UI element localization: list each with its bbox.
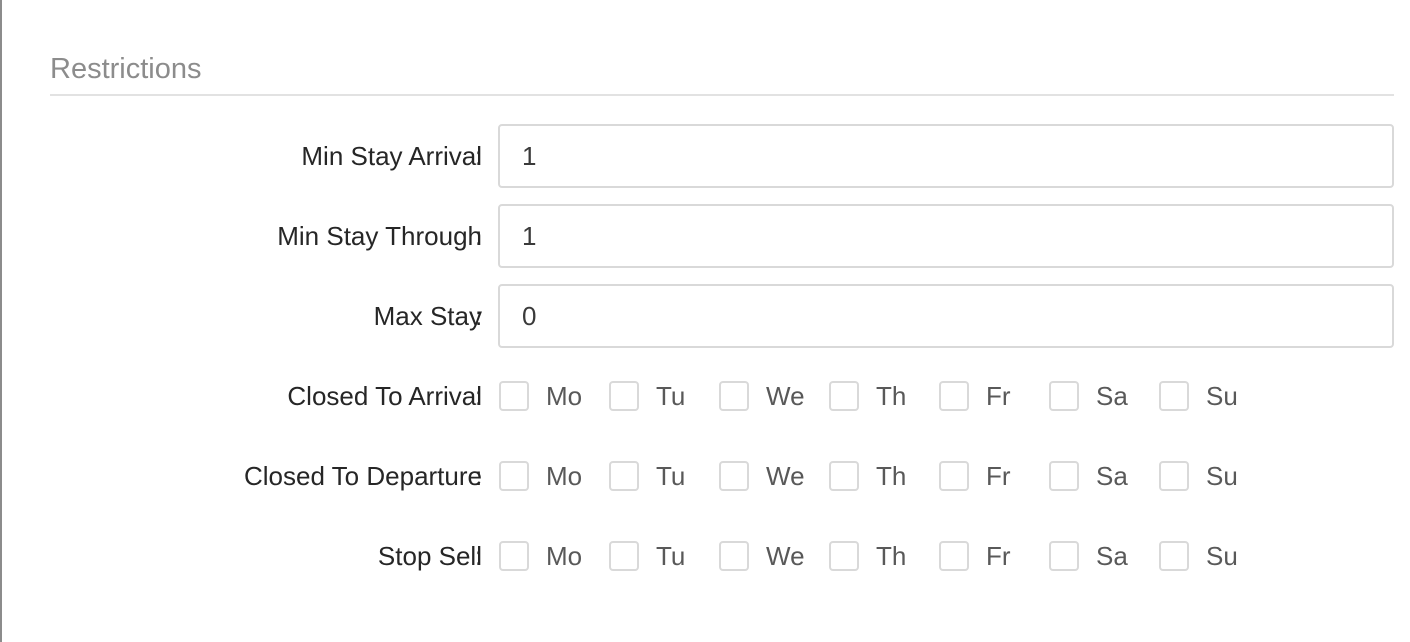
closed-to-arrival-day-we[interactable]: We [719, 379, 805, 413]
closed-to-arrival-day-su[interactable]: Su [1159, 379, 1238, 413]
closed-to-departure-mo-checkbox[interactable] [499, 461, 529, 491]
closed-to-arrival-day-th[interactable]: Th [829, 379, 906, 413]
closed-to-arrival-tu-checkbox[interactable] [609, 381, 639, 411]
closed-to-departure-fr-checkbox[interactable] [939, 461, 969, 491]
min-stay-through-row: Min Stay Through : [0, 204, 1410, 268]
closed-to-departure-we-checkbox[interactable] [719, 461, 749, 491]
stop-sell-day-sa[interactable]: Sa [1049, 539, 1128, 573]
closed-to-arrival-mo-label: Mo [546, 381, 583, 411]
closed-to-departure-fr-label: Fr [986, 461, 1011, 491]
stop-sell-su-checkbox[interactable] [1159, 541, 1189, 571]
closed-to-departure-label: Closed To Departure [244, 461, 482, 491]
stop-sell-colon: : [475, 541, 483, 571]
closed-to-arrival-we-checkbox[interactable] [719, 381, 749, 411]
closed-to-arrival-we-label: We [766, 381, 805, 411]
stop-sell-day-th[interactable]: Th [829, 539, 906, 573]
min-stay-arrival-row: Min Stay Arrival : [0, 124, 1410, 188]
closed-to-departure-day-mo[interactable]: Mo [499, 459, 582, 493]
stop-sell-day-we[interactable]: We [719, 539, 805, 573]
stop-sell-sa-checkbox[interactable] [1049, 541, 1079, 571]
closed-to-departure-colon: : [475, 461, 483, 491]
stop-sell-day-fr[interactable]: Fr [939, 539, 1011, 573]
closed-to-departure-tu-checkbox[interactable] [609, 461, 639, 491]
min-stay-through-label: Min Stay Through [277, 221, 482, 251]
section-title: Restrictions [50, 53, 202, 85]
closed-to-arrival-day-mo[interactable]: Mo [499, 379, 582, 413]
stop-sell-tu-label: Tu [656, 541, 686, 571]
stop-sell-th-label: Th [876, 541, 907, 571]
closed-to-departure-tu-label: Tu [656, 461, 686, 491]
max-stay-colon: : [475, 301, 483, 331]
closed-to-arrival-th-label: Th [876, 381, 907, 411]
min-stay-arrival-input[interactable] [498, 124, 1394, 188]
stop-sell-day-su[interactable]: Su [1159, 539, 1238, 573]
section-divider [50, 94, 1394, 96]
closed-to-arrival-day-tu[interactable]: Tu [609, 379, 685, 413]
stop-sell-day-mo[interactable]: Mo [499, 539, 582, 573]
closed-to-arrival-row: Closed To Arrival : Mo Tu We Th Fr Sa Su [0, 364, 1410, 428]
min-stay-through-input[interactable] [498, 204, 1394, 268]
closed-to-arrival-label: Closed To Arrival [287, 381, 482, 411]
closed-to-departure-su-label: Su [1206, 461, 1238, 491]
stop-sell-we-checkbox[interactable] [719, 541, 749, 571]
min-stay-arrival-label: Min Stay Arrival [301, 141, 482, 171]
closed-to-arrival-fr-label: Fr [986, 381, 1011, 411]
stop-sell-th-checkbox[interactable] [829, 541, 859, 571]
min-stay-through-colon: : [475, 221, 483, 251]
stop-sell-sa-label: Sa [1096, 541, 1128, 571]
closed-to-departure-sa-checkbox[interactable] [1049, 461, 1079, 491]
stop-sell-tu-checkbox[interactable] [609, 541, 639, 571]
closed-to-arrival-tu-label: Tu [656, 381, 686, 411]
stop-sell-day-tu[interactable]: Tu [609, 539, 685, 573]
stop-sell-label: Stop Sell [377, 541, 482, 571]
stop-sell-su-label: Su [1206, 541, 1238, 571]
stop-sell-mo-label: Mo [546, 541, 583, 571]
closed-to-departure-row: Closed To Departure : Mo Tu We Th Fr Sa … [0, 444, 1410, 508]
closed-to-departure-th-checkbox[interactable] [829, 461, 859, 491]
closed-to-arrival-sa-checkbox[interactable] [1049, 381, 1079, 411]
closed-to-departure-day-su[interactable]: Su [1159, 459, 1238, 493]
closed-to-departure-su-checkbox[interactable] [1159, 461, 1189, 491]
closed-to-departure-day-fr[interactable]: Fr [939, 459, 1011, 493]
closed-to-departure-sa-label: Sa [1096, 461, 1128, 491]
closed-to-departure-day-sa[interactable]: Sa [1049, 459, 1128, 493]
closed-to-arrival-fr-checkbox[interactable] [939, 381, 969, 411]
stop-sell-mo-checkbox[interactable] [499, 541, 529, 571]
closed-to-arrival-day-sa[interactable]: Sa [1049, 379, 1128, 413]
closed-to-arrival-day-fr[interactable]: Fr [939, 379, 1011, 413]
stop-sell-fr-checkbox[interactable] [939, 541, 969, 571]
stop-sell-we-label: We [766, 541, 805, 571]
max-stay-label: Max Stay [373, 301, 482, 331]
stop-sell-row: Stop Sell : Mo Tu We Th Fr Sa Su [0, 524, 1410, 588]
closed-to-arrival-su-label: Su [1206, 381, 1238, 411]
stop-sell-fr-label: Fr [986, 541, 1011, 571]
min-stay-arrival-colon: : [475, 141, 483, 171]
closed-to-arrival-mo-checkbox[interactable] [499, 381, 529, 411]
closed-to-arrival-sa-label: Sa [1096, 381, 1128, 411]
closed-to-departure-mo-label: Mo [546, 461, 583, 491]
closed-to-departure-day-th[interactable]: Th [829, 459, 906, 493]
closed-to-arrival-colon: : [475, 381, 483, 411]
max-stay-row: Max Stay : [0, 284, 1410, 348]
closed-to-arrival-th-checkbox[interactable] [829, 381, 859, 411]
closed-to-departure-day-tu[interactable]: Tu [609, 459, 685, 493]
closed-to-departure-th-label: Th [876, 461, 907, 491]
closed-to-departure-day-we[interactable]: We [719, 459, 805, 493]
closed-to-departure-we-label: We [766, 461, 805, 491]
closed-to-arrival-su-checkbox[interactable] [1159, 381, 1189, 411]
max-stay-input[interactable] [498, 284, 1394, 348]
